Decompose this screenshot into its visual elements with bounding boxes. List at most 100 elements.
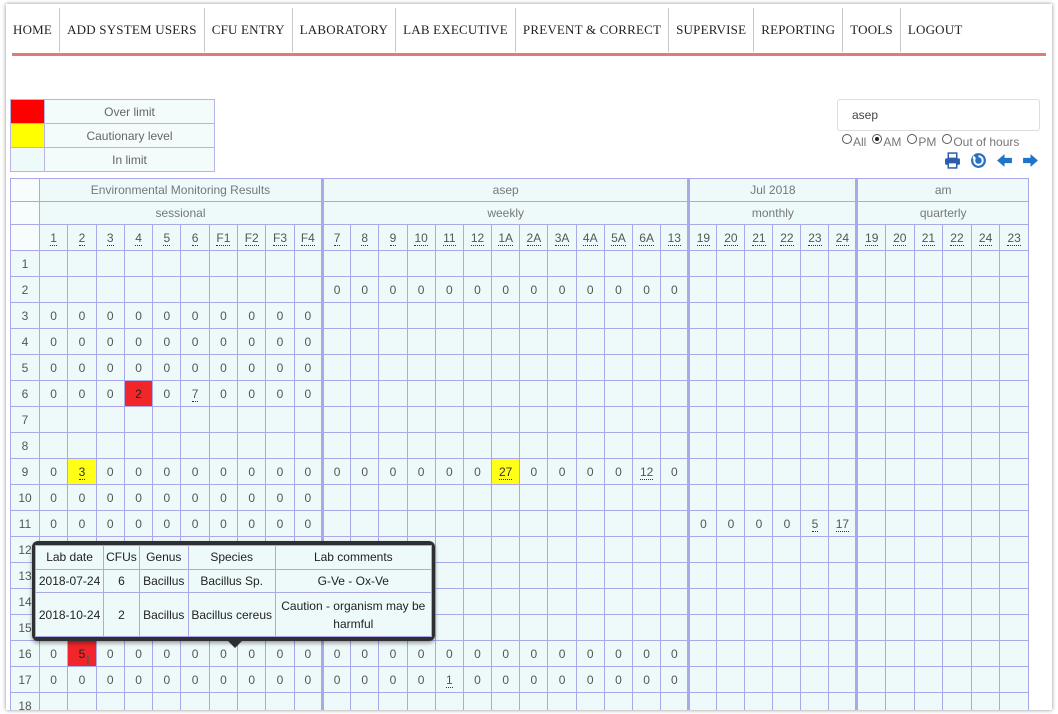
column-header[interactable]: 23 xyxy=(800,224,830,251)
result-cell[interactable] xyxy=(378,692,408,710)
result-cell[interactable] xyxy=(744,406,774,433)
cell-value[interactable]: 0 xyxy=(135,517,142,531)
result-cell[interactable]: 0 xyxy=(378,666,408,693)
result-cell[interactable] xyxy=(660,562,690,589)
result-cell[interactable]: 0 xyxy=(293,484,323,511)
cell-value[interactable]: 0 xyxy=(163,673,170,687)
result-cell[interactable]: 0 xyxy=(320,276,352,303)
result-cell[interactable] xyxy=(434,432,464,459)
result-cell[interactable]: 2 xyxy=(123,380,154,407)
cell-value[interactable]: 0 xyxy=(220,309,227,323)
result-cell[interactable] xyxy=(152,692,182,710)
cell-value[interactable]: 0 xyxy=(107,491,114,505)
result-cell[interactable]: 0 xyxy=(237,328,267,355)
result-cell[interactable] xyxy=(575,302,605,329)
result-cell[interactable]: 0 xyxy=(350,276,380,303)
result-cell[interactable] xyxy=(491,484,521,511)
result-cell[interactable] xyxy=(575,328,605,355)
result-cell[interactable] xyxy=(180,406,210,433)
cell-value[interactable]: 0 xyxy=(559,465,566,479)
result-cell[interactable]: 0 xyxy=(208,458,239,485)
column-header[interactable]: 23 xyxy=(999,224,1029,251)
result-cell[interactable] xyxy=(406,302,436,329)
cell-value[interactable]: 0 xyxy=(248,387,255,401)
result-cell[interactable] xyxy=(999,380,1029,407)
result-cell[interactable] xyxy=(828,640,858,667)
result-cell[interactable] xyxy=(519,380,549,407)
cell-value[interactable]: 0 xyxy=(50,673,57,687)
result-cell[interactable] xyxy=(265,276,295,303)
column-header[interactable]: 11 xyxy=(434,224,464,251)
result-cell[interactable]: 0 xyxy=(237,510,267,537)
cell-value[interactable]: 0 xyxy=(304,647,311,661)
radio-button-icon[interactable] xyxy=(842,134,852,144)
result-cell[interactable] xyxy=(67,432,97,459)
result-cell[interactable]: 0 xyxy=(95,510,125,537)
cell-value[interactable]: 0 xyxy=(671,465,678,479)
result-cell[interactable] xyxy=(320,250,352,277)
result-cell[interactable]: 0 xyxy=(237,484,267,511)
result-cell[interactable] xyxy=(885,406,915,433)
result-cell[interactable]: 1 xyxy=(434,666,464,693)
cell-value[interactable]: 0 xyxy=(107,387,114,401)
cell-value[interactable]: 0 xyxy=(163,517,170,531)
result-cell[interactable] xyxy=(603,484,634,511)
result-cell[interactable] xyxy=(716,588,746,615)
result-cell[interactable] xyxy=(547,484,577,511)
nav-item-home[interactable]: HOME xyxy=(6,8,61,52)
cell-value[interactable]: 0 xyxy=(277,361,284,375)
result-cell[interactable]: 0 xyxy=(152,380,182,407)
cell-value[interactable]: 0 xyxy=(587,673,594,687)
arrow-right-icon[interactable] xyxy=(1022,152,1039,169)
result-cell[interactable] xyxy=(603,588,634,615)
cell-value[interactable]: 0 xyxy=(107,673,114,687)
result-cell[interactable] xyxy=(237,276,267,303)
result-cell[interactable] xyxy=(687,614,718,641)
cell-value[interactable]: 0 xyxy=(277,387,284,401)
result-cell[interactable] xyxy=(265,692,295,710)
result-cell[interactable] xyxy=(744,328,774,355)
result-cell[interactable]: 0 xyxy=(38,380,69,407)
cell-value[interactable]: 0 xyxy=(334,647,341,661)
cell-value[interactable]: 0 xyxy=(50,517,57,531)
result-cell[interactable]: 0 xyxy=(152,484,182,511)
result-cell[interactable] xyxy=(491,432,521,459)
result-cell[interactable] xyxy=(800,432,830,459)
result-cell[interactable] xyxy=(180,432,210,459)
column-label[interactable]: 22 xyxy=(780,230,794,246)
result-cell[interactable]: 0 xyxy=(152,302,182,329)
result-cell[interactable] xyxy=(828,536,858,563)
result-cell[interactable] xyxy=(434,510,464,537)
result-cell[interactable] xyxy=(687,406,718,433)
result-cell[interactable] xyxy=(406,510,436,537)
result-cell[interactable]: 0 xyxy=(95,328,125,355)
result-cell[interactable] xyxy=(913,302,944,329)
result-cell[interactable] xyxy=(772,406,802,433)
result-cell[interactable] xyxy=(462,614,493,641)
column-label[interactable]: 11 xyxy=(443,230,456,246)
result-cell[interactable]: 0 xyxy=(491,640,521,667)
cell-value[interactable]: 0 xyxy=(559,283,566,297)
column-label[interactable]: 22 xyxy=(950,230,964,246)
result-cell[interactable] xyxy=(716,302,746,329)
column-header[interactable]: 19 xyxy=(687,224,718,251)
radio-button-icon[interactable] xyxy=(907,134,918,144)
result-cell[interactable] xyxy=(716,328,746,355)
result-cell[interactable]: 0 xyxy=(67,328,97,355)
cell-value[interactable]: 0 xyxy=(474,283,481,297)
result-cell[interactable] xyxy=(208,432,239,459)
cell-value[interactable]: 0 xyxy=(163,647,170,661)
result-cell[interactable] xyxy=(378,354,408,381)
cell-value[interactable]: 0 xyxy=(671,647,678,661)
cell-value[interactable]: 0 xyxy=(107,517,114,531)
result-cell[interactable] xyxy=(293,250,323,277)
column-header[interactable]: 22 xyxy=(772,224,802,251)
cell-value[interactable]: 0 xyxy=(220,361,227,375)
cell-value[interactable]: 0 xyxy=(248,335,255,349)
result-cell[interactable] xyxy=(632,250,662,277)
cell-value[interactable]: 0 xyxy=(248,491,255,505)
cell-value[interactable]: 0 xyxy=(418,465,425,479)
cell-value[interactable]: 0 xyxy=(220,465,227,479)
cell-value[interactable]: 0 xyxy=(671,283,678,297)
result-cell[interactable] xyxy=(632,484,662,511)
